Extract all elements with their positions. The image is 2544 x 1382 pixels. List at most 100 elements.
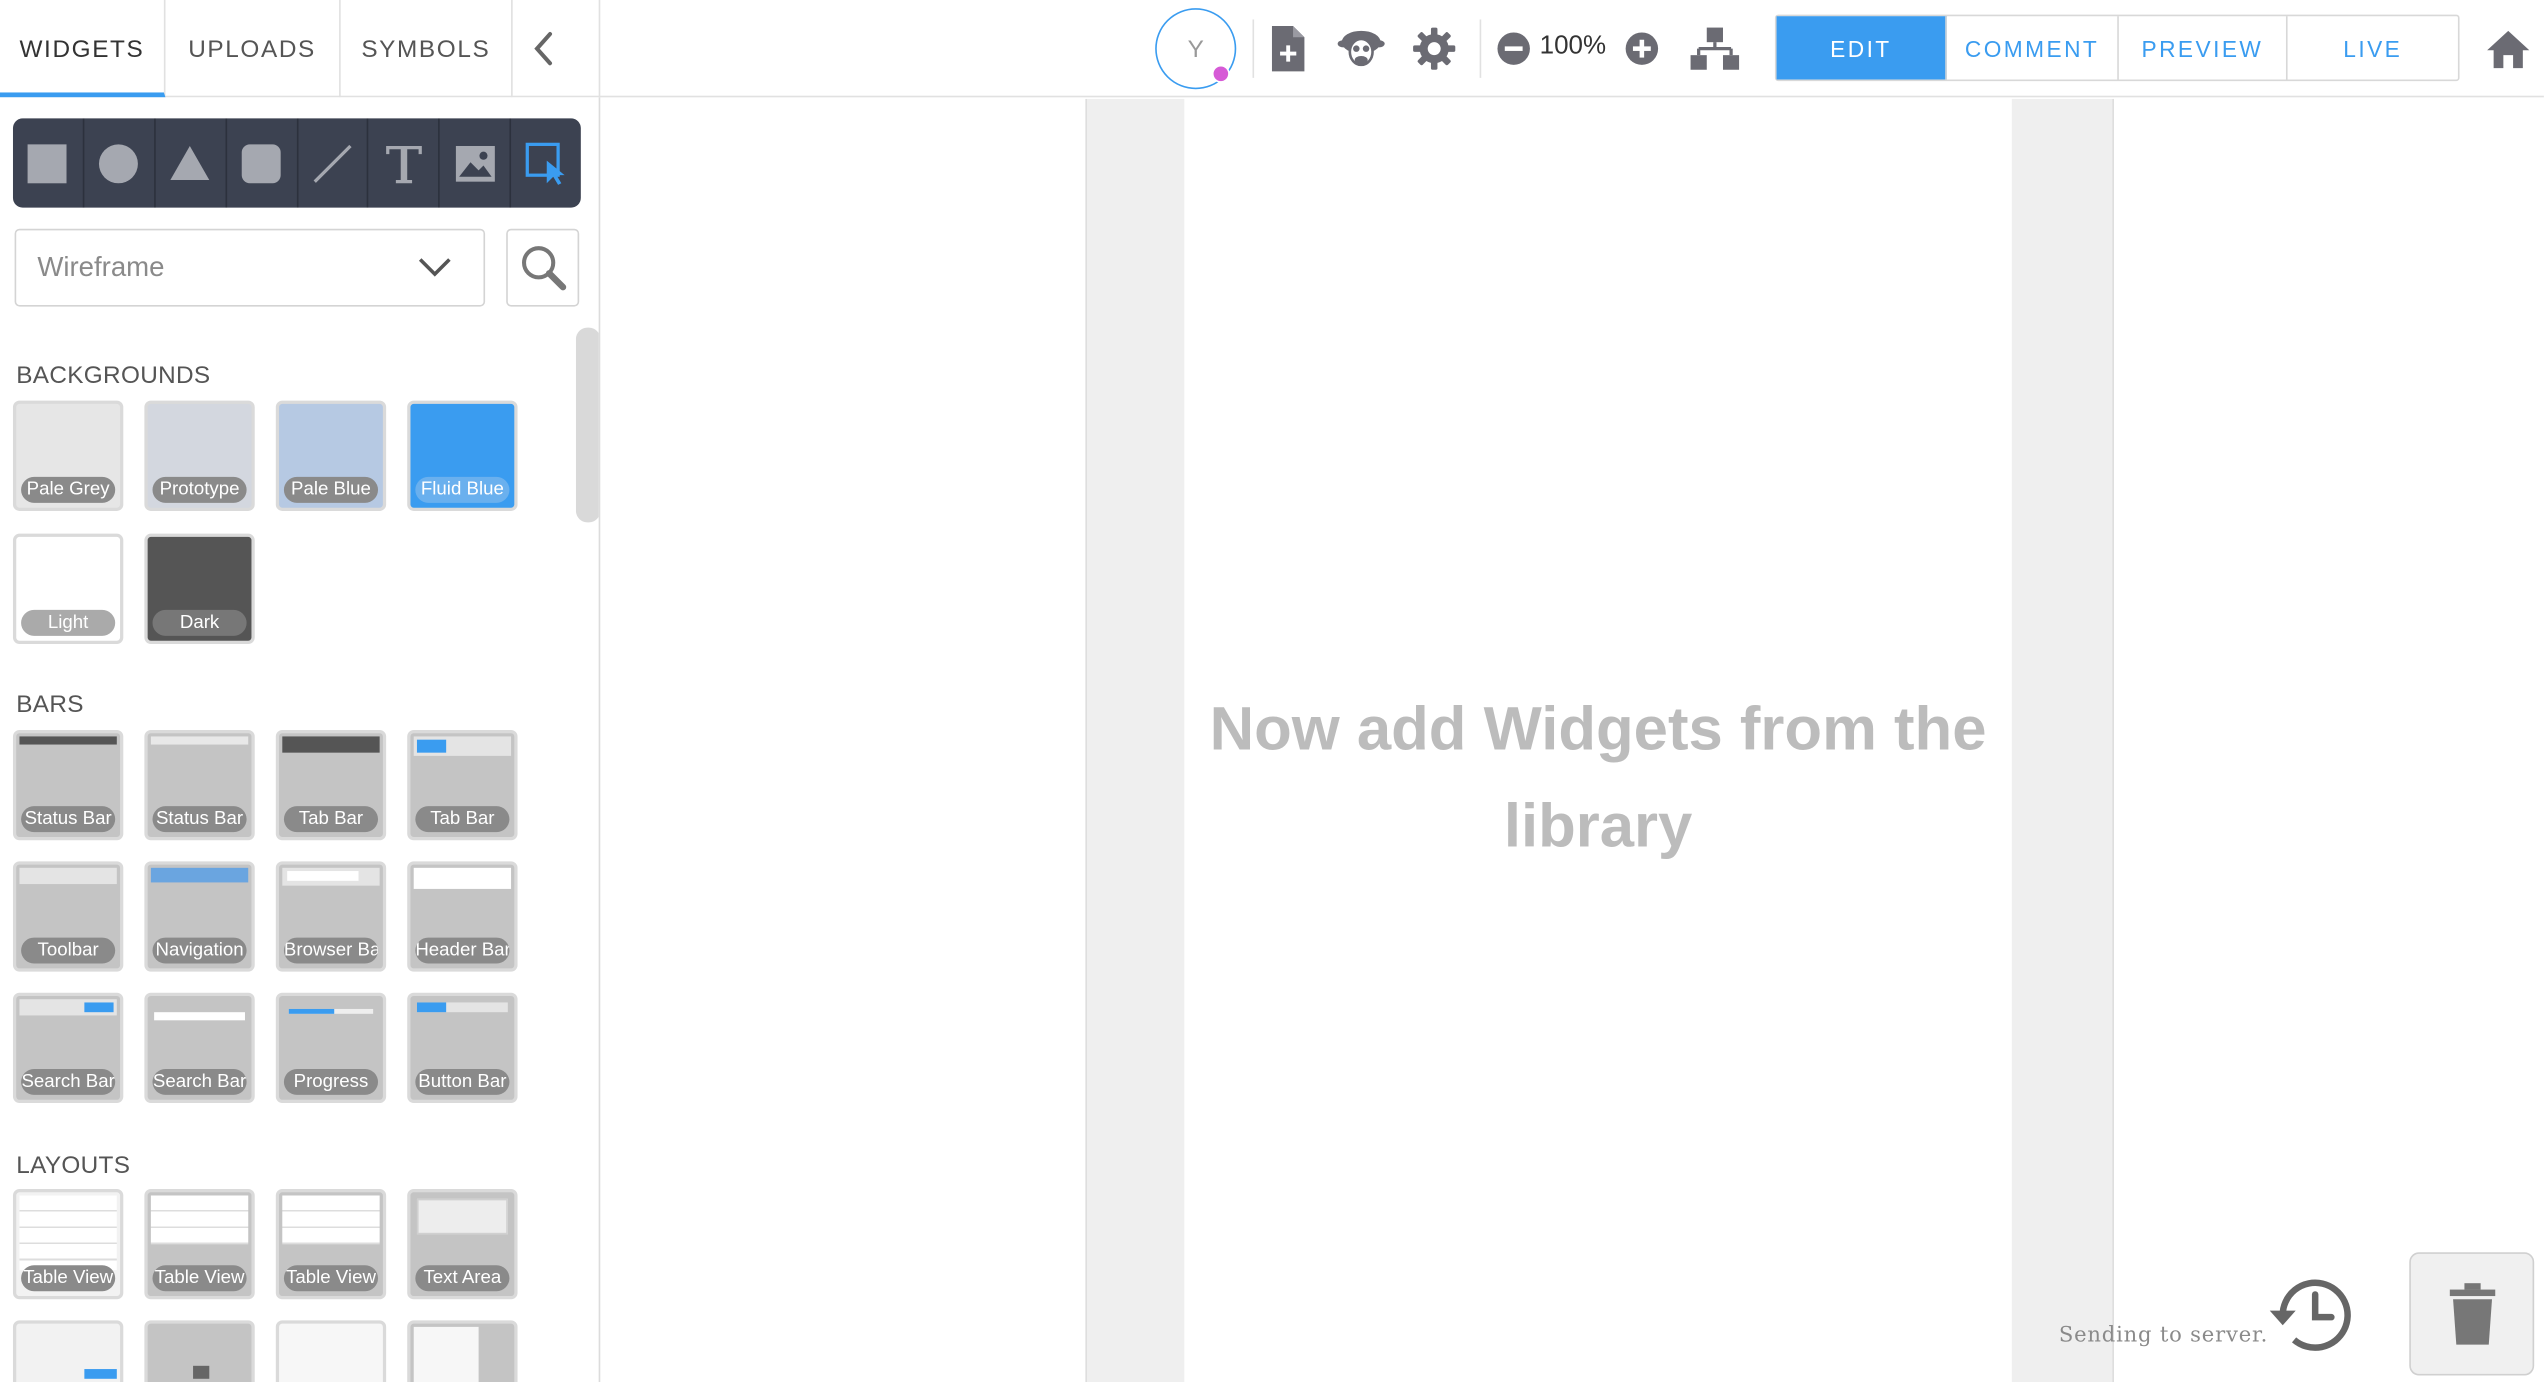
trash-icon (2449, 1283, 2495, 1345)
settings-button[interactable] (1402, 16, 1467, 81)
library-select[interactable]: Wireframe (14, 228, 486, 307)
delete-button[interactable] (2409, 1252, 2535, 1376)
mode-live-button[interactable]: LIVE (2288, 16, 2458, 79)
widget-browser-bar[interactable]: Browser Bar (275, 861, 387, 972)
canvas-gutter-right (2011, 98, 2114, 1382)
history-button[interactable] (2265, 1268, 2362, 1362)
widget-table-view-2[interactable]: Table View (144, 1188, 255, 1300)
widget-label: Fluid Blue (415, 476, 510, 503)
mode-preview-button[interactable]: PREVIEW (2119, 16, 2288, 80)
widget-search-bar[interactable]: Search Bar (12, 992, 124, 1104)
widget-label: Search Bar (152, 1068, 247, 1095)
widget-label: Header Bar (415, 937, 510, 964)
save-status: Sending to server. (2058, 1323, 2269, 1348)
zoom-out-icon (1497, 32, 1530, 65)
widget-preview (416, 1002, 447, 1013)
widget-status-bar[interactable]: Status Bar (12, 729, 124, 841)
mode-switcher: EDIT COMMENT PREVIEW LIVE (1774, 14, 2460, 82)
widget-button-bar[interactable]: Button Bar (407, 992, 518, 1104)
home-button[interactable] (2476, 16, 2541, 81)
widget-progress[interactable]: Progress (275, 992, 387, 1104)
line-icon (313, 144, 352, 183)
text-icon (385, 145, 422, 183)
new-screen-button[interactable] (1256, 16, 1321, 81)
hotspot-icon (524, 141, 564, 185)
shape-tools (12, 118, 581, 208)
widget-status-bar-light[interactable]: Status Bar (144, 729, 255, 841)
gear-icon (1413, 27, 1456, 70)
tab-widgets[interactable]: WIDGETS (0, 0, 166, 98)
widget-panel[interactable] (407, 1320, 518, 1382)
widget-preview (416, 1198, 508, 1235)
widget-label: Tab Bar (283, 806, 379, 833)
widget-prototype[interactable]: Prototype (144, 400, 255, 511)
text-tool[interactable] (369, 118, 441, 208)
widget-table-view-3[interactable]: Table View (275, 1188, 387, 1300)
widget-header-bar[interactable]: Header Bar (407, 861, 518, 972)
widget-label: Text Area (415, 1265, 510, 1292)
image-icon (455, 145, 495, 181)
collapse-sidebar-button[interactable] (487, 0, 601, 98)
sidebar-scrollbar[interactable] (575, 327, 599, 523)
triangle-tool[interactable] (155, 118, 227, 208)
widget-label: Light (21, 609, 116, 636)
mode-comment-button[interactable]: COMMENT (1947, 16, 2119, 80)
widget-tab-bar[interactable]: Tab Bar (275, 729, 387, 841)
widget-label: Tab Bar (415, 806, 510, 833)
widget-preview (413, 867, 512, 889)
widget-label: Dark (152, 609, 247, 636)
widget-label: Pale Grey (21, 476, 116, 503)
widget-modal[interactable] (144, 1320, 255, 1382)
circle-tool[interactable] (84, 118, 156, 208)
divider (1252, 19, 1255, 78)
widget-text-area[interactable]: Text Area (407, 1188, 518, 1300)
widget-fluid-blue[interactable]: Fluid Blue (407, 400, 518, 511)
widget-navigation[interactable]: Navigation (144, 861, 255, 972)
widget-pale-blue[interactable]: Pale Blue (275, 400, 387, 511)
widget-dark[interactable]: Dark (144, 533, 255, 644)
widget-label: Search Bar (21, 1068, 116, 1095)
widget-search-bar-alt[interactable]: Search Bar (144, 992, 255, 1104)
widget-card[interactable] (12, 1320, 124, 1382)
widget-preview (150, 736, 249, 745)
rounded-rect-tool[interactable] (227, 118, 298, 208)
rounded-rect-icon (241, 143, 281, 183)
widget-label: Button Bar (415, 1068, 510, 1095)
tab-uploads[interactable]: UPLOADS (165, 0, 341, 98)
widget-preview (416, 739, 447, 753)
sitemap-icon (1690, 27, 1740, 70)
line-tool[interactable] (298, 118, 369, 208)
widget-preview (19, 867, 117, 885)
widget-label: Navigation (152, 937, 247, 964)
widget-toolbar[interactable]: Toolbar (12, 861, 124, 972)
home-icon (2487, 30, 2530, 69)
library-select-value: Wireframe (37, 251, 165, 283)
widget-label: Table View (21, 1265, 116, 1292)
widget-tab-bar-light[interactable]: Tab Bar (407, 729, 518, 841)
circle-icon (99, 143, 139, 183)
widget-preview (150, 867, 249, 883)
zoom-out-button[interactable] (1481, 16, 1546, 81)
widget-pale-grey[interactable]: Pale Grey (12, 400, 124, 511)
widget-preview (193, 1365, 210, 1379)
zoom-in-button[interactable] (1609, 16, 1674, 81)
library-search-button[interactable] (506, 228, 580, 307)
user-avatar[interactable]: Y (1155, 8, 1237, 90)
image-tool[interactable] (440, 118, 512, 208)
hotspot-tool[interactable] (511, 118, 581, 207)
section-backgrounds-title: BACKGROUNDS (16, 361, 211, 390)
widget-table-view[interactable]: Table View (12, 1188, 124, 1300)
widget-light[interactable]: Light (12, 533, 124, 644)
widget-label: Progress (283, 1068, 379, 1095)
chevron-down-icon (418, 258, 451, 277)
rectangle-tool[interactable] (13, 118, 85, 208)
sheep-button[interactable] (1329, 16, 1394, 81)
sitemap-button[interactable] (1682, 16, 1747, 81)
new-screen-icon (1271, 25, 1305, 72)
mode-edit-button[interactable]: EDIT (1776, 16, 1947, 80)
widget-popover[interactable] (275, 1320, 387, 1382)
widget-preview (84, 1369, 117, 1379)
widget-preview (150, 1195, 249, 1245)
widget-label: Status Bar (152, 806, 247, 833)
app-root: WIDGETS UPLOADS SYMBOLS Y 100% EDIT COMM… (0, 0, 2544, 1382)
